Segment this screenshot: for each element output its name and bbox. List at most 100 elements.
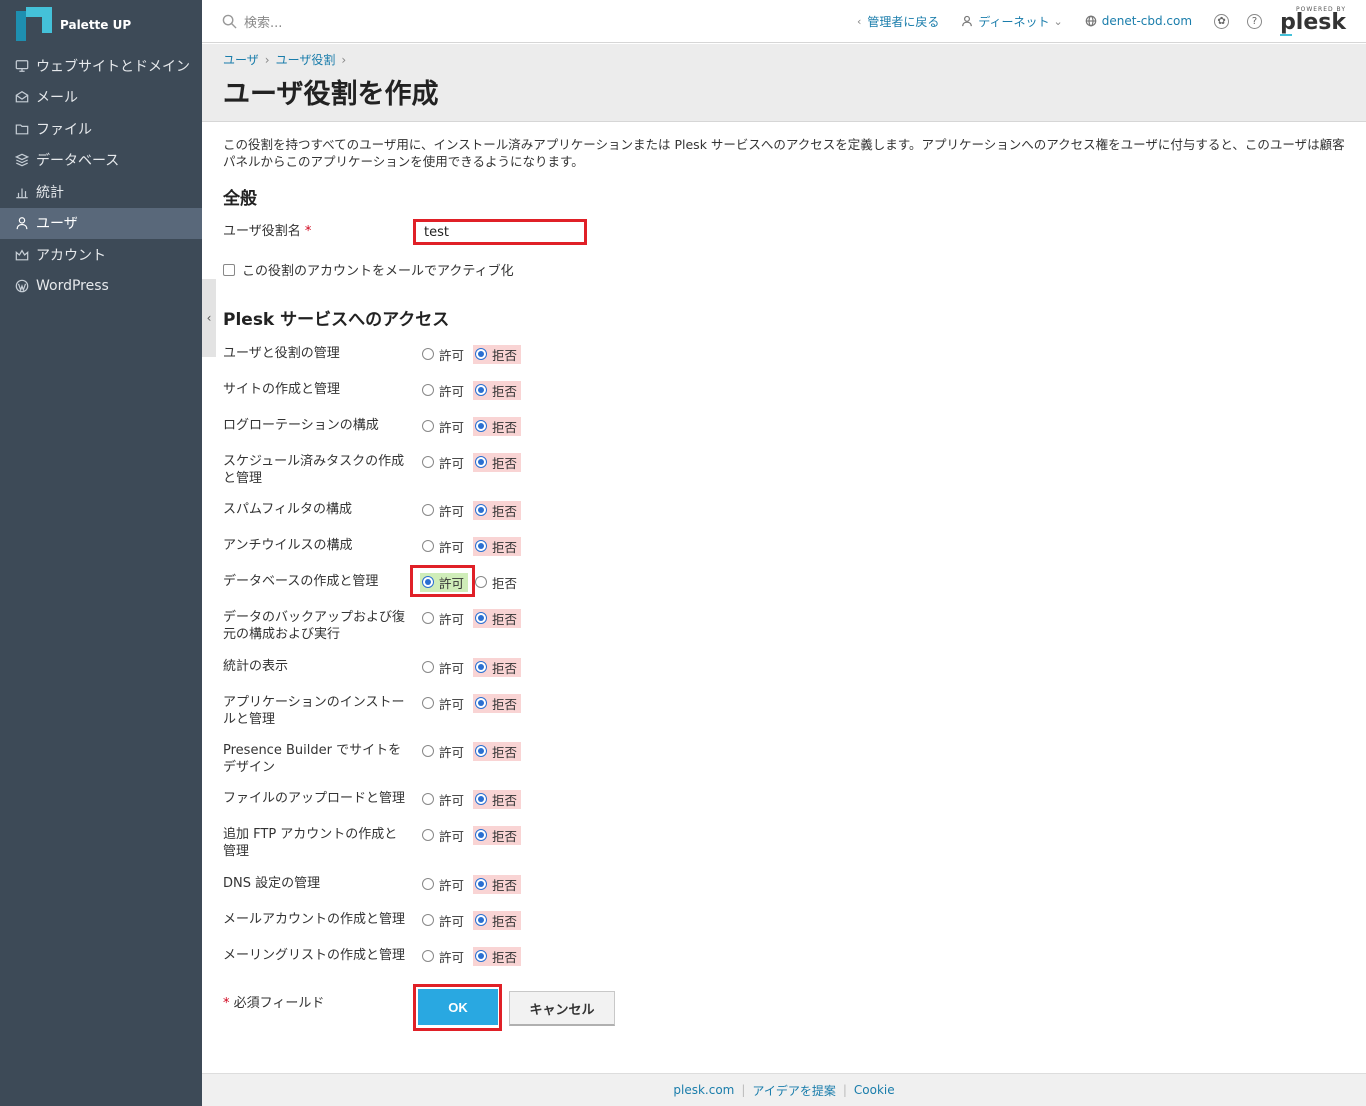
account-menu[interactable]: ディーネット ⌄ [961, 13, 1063, 30]
back-to-admin-link[interactable]: ‹ 管理者に戻る [857, 13, 939, 30]
allow-option[interactable]: 許可 [420, 742, 468, 761]
activate-by-email-checkbox[interactable] [223, 263, 235, 276]
breadcrumb-user-roles[interactable]: ユーザ役割 [276, 51, 336, 68]
footer-link-ideas[interactable]: アイデアを提案 [752, 1082, 835, 1099]
sidebar-item-6[interactable]: アカウント [0, 239, 202, 271]
deny-radio[interactable] [475, 576, 488, 588]
allow-label: 許可 [439, 503, 465, 519]
breadcrumb-users[interactable]: ユーザ [223, 51, 259, 68]
allow-option[interactable]: 許可 [420, 826, 468, 845]
allow-radio[interactable] [422, 504, 434, 516]
deny-radio[interactable] [475, 456, 488, 468]
sidebar-item-2[interactable]: ファイル [0, 113, 202, 145]
allow-radio[interactable] [422, 612, 434, 624]
deny-radio[interactable] [475, 793, 488, 805]
deny-option[interactable]: 拒否 [473, 874, 522, 894]
sidebar-item-5[interactable]: ユーザ [0, 207, 202, 239]
sidebar-item-3[interactable]: データベース [0, 145, 202, 177]
footer-link-plesk[interactable]: plesk.com [673, 1083, 734, 1097]
sidebar-item-4[interactable]: 統計 [0, 176, 202, 208]
permission-label: 追加 FTP アカウントの作成と管理 [223, 827, 398, 859]
help-icon[interactable]: ? [1247, 13, 1263, 29]
deny-radio[interactable] [475, 348, 488, 360]
deny-option[interactable]: 拒否 [473, 452, 522, 472]
deny-radio[interactable] [475, 914, 488, 926]
deny-option[interactable]: 拒否 [473, 536, 522, 556]
sidebar-item-0[interactable]: ウェブサイトとドメイン [0, 50, 202, 82]
allow-option[interactable]: 許可 [420, 417, 468, 436]
deny-radio[interactable] [475, 745, 488, 757]
activate-by-email-option[interactable]: この役割のアカウントをメールでアクティブ化 [223, 260, 514, 279]
deny-radio[interactable] [475, 661, 488, 673]
permission-label: アプリケーションのインストールと管理 [223, 695, 405, 727]
sidebar-item-7[interactable]: WordPress [0, 271, 202, 303]
collapse-sidebar-handle[interactable]: ‹ [202, 279, 216, 357]
allow-radio[interactable] [422, 950, 434, 962]
allow-radio[interactable] [422, 829, 434, 841]
deny-option[interactable]: 拒否 [473, 344, 522, 364]
allow-radio[interactable] [422, 793, 434, 805]
allow-option[interactable]: 許可 [420, 911, 468, 930]
allow-radio[interactable] [422, 456, 434, 468]
deny-option[interactable]: 拒否 [473, 380, 522, 400]
deny-option[interactable]: 拒否 [473, 657, 522, 677]
allow-radio[interactable] [422, 878, 434, 890]
deny-option[interactable]: 拒否 [473, 789, 522, 809]
ok-button[interactable]: OK [418, 989, 498, 1025]
allow-radio[interactable] [422, 384, 434, 396]
deny-radio[interactable] [475, 384, 488, 396]
search-input[interactable]: 検索... [244, 12, 282, 31]
permission-radio-group: 許可 拒否 [420, 874, 526, 894]
footer-link-cookie[interactable]: Cookie [854, 1083, 895, 1097]
breadcrumb-separator-icon: › [264, 52, 270, 67]
deny-option[interactable]: 拒否 [473, 910, 522, 930]
allow-option[interactable]: 許可 [420, 609, 468, 628]
sidebar-item-1[interactable]: メール [0, 82, 202, 114]
deny-radio[interactable] [475, 697, 488, 709]
deny-radio[interactable] [475, 878, 488, 890]
allow-option[interactable]: 許可 [420, 345, 468, 364]
allow-radio[interactable] [422, 914, 434, 926]
cancel-button[interactable]: キャンセル [509, 991, 615, 1026]
deny-label: 拒否 [492, 949, 518, 965]
deny-radio[interactable] [475, 420, 488, 432]
search-box[interactable]: 検索... [222, 12, 282, 31]
brand[interactable]: Palette UP [0, 0, 202, 50]
deny-radio[interactable] [475, 540, 488, 552]
allow-option[interactable]: 許可 [420, 875, 468, 894]
allow-radio[interactable] [422, 661, 434, 673]
role-name-input[interactable]: test [413, 219, 587, 245]
deny-option[interactable]: 拒否 [473, 825, 522, 845]
deny-option[interactable]: 拒否 [473, 608, 522, 628]
allow-option[interactable]: 許可 [420, 694, 468, 713]
extensions-icon[interactable]: ✿ [1214, 13, 1230, 29]
allow-option[interactable]: 許可 [420, 501, 468, 520]
allow-option[interactable]: 許可 [420, 381, 468, 400]
deny-option[interactable]: 拒否 [473, 573, 521, 592]
allow-option[interactable]: 許可 [420, 658, 468, 677]
deny-option[interactable]: 拒否 [473, 500, 522, 520]
domain-link[interactable]: denet-cbd.com [1085, 14, 1192, 28]
allow-radio[interactable] [422, 540, 434, 552]
allow-radio[interactable] [422, 348, 434, 360]
allow-radio[interactable] [422, 697, 434, 709]
allow-radio[interactable] [422, 420, 434, 432]
deny-radio[interactable] [475, 950, 488, 962]
allow-option[interactable]: 許可 [420, 453, 468, 472]
deny-option[interactable]: 拒否 [473, 946, 522, 966]
deny-label: 拒否 [492, 913, 518, 929]
deny-radio[interactable] [475, 829, 488, 841]
page-header: ユーザ › ユーザ役割 › ユーザ役割を作成 [202, 44, 1366, 122]
deny-option[interactable]: 拒否 [473, 741, 522, 761]
deny-option[interactable]: 拒否 [473, 693, 522, 713]
allow-option[interactable]: 許可 [420, 790, 468, 809]
allow-option[interactable]: 許可 [420, 947, 468, 966]
deny-option[interactable]: 拒否 [473, 416, 522, 436]
deny-radio[interactable] [475, 504, 488, 516]
allow-radio[interactable] [422, 745, 434, 757]
permission-label: スケジュール済みタスクの作成と管理 [223, 454, 405, 486]
breadcrumb: ユーザ › ユーザ役割 › [223, 51, 352, 68]
allow-label: 許可 [439, 828, 465, 844]
deny-radio[interactable] [475, 612, 488, 624]
allow-option[interactable]: 許可 [420, 537, 468, 556]
